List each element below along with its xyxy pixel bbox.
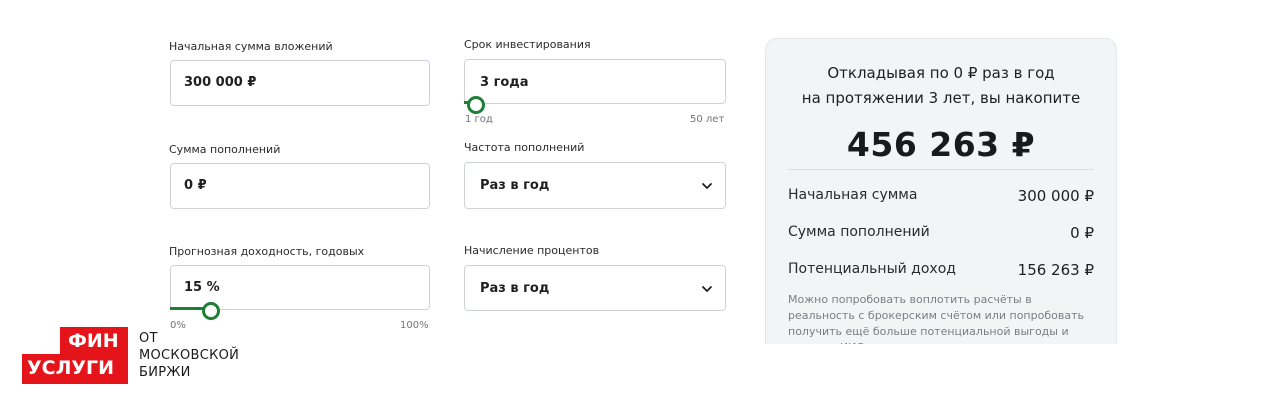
- potential-income-value: 156 263 ₽: [1017, 261, 1094, 279]
- initial-amount-input[interactable]: 300 000 ₽: [170, 60, 430, 106]
- term-label: Срок инвестирования: [464, 38, 591, 51]
- summary-line-1: Откладывая по 0 ₽ раз в год: [827, 64, 1055, 82]
- summary-line-2: на протяжении 3 лет, вы накопите: [801, 89, 1081, 107]
- logo-word-uslugi: УСЛУГИ: [22, 354, 128, 384]
- contributions-sum-value: 0 ₽: [1070, 224, 1094, 242]
- term-input[interactable]: 3 года: [464, 59, 726, 104]
- initial-amount-label: Начальная сумма вложений: [169, 40, 333, 53]
- term-value: 3 года: [480, 75, 529, 90]
- chevron-down-icon: [702, 183, 712, 189]
- contributions-input[interactable]: 0 ₽: [170, 163, 430, 209]
- divider: [788, 169, 1094, 170]
- contributions-label: Сумма пополнений: [169, 143, 281, 156]
- term-range-max: 50 лет: [690, 114, 725, 125]
- result-note: Можно попробовать воплотить расчёты в ре…: [788, 293, 1084, 344]
- yield-value: 15 %: [184, 280, 220, 295]
- interest-label: Начисление процентов: [464, 244, 600, 257]
- initial-sum-label: Начальная сумма: [788, 187, 918, 203]
- yield-range-min: 0%: [170, 320, 186, 331]
- interest-value: Раз в год: [480, 281, 550, 296]
- total-amount: 456 263 ₽: [846, 125, 1036, 164]
- contributions-sum-label: Сумма пополнений: [788, 224, 930, 240]
- logo-sub-2: МОСКОВСКОЙ: [139, 348, 240, 363]
- term-slider-handle[interactable]: [467, 96, 485, 114]
- logo-sub-1: ОТ: [139, 331, 158, 346]
- yield-label: Прогнозная доходность, годовых: [169, 245, 365, 258]
- potential-income-label: Потенциальный доход: [788, 261, 956, 277]
- chevron-down-icon: [702, 286, 712, 292]
- result-card: Откладывая по 0 ₽ раз в год на протяжени…: [765, 38, 1117, 344]
- initial-sum-value: 300 000 ₽: [1017, 187, 1094, 205]
- frequency-select[interactable]: Раз в год: [464, 162, 726, 209]
- logo-sub-3: БИРЖИ: [139, 365, 191, 380]
- frequency-value: Раз в год: [480, 178, 550, 193]
- investment-calculator: Начальная сумма вложений 300 000 ₽ Сумма…: [0, 0, 1272, 406]
- logo-word-fin: ФИН: [60, 327, 128, 356]
- term-range-min: 1 год: [465, 114, 493, 125]
- contributions-value: 0 ₽: [184, 178, 207, 193]
- frequency-label: Частота пополнений: [464, 141, 585, 154]
- yield-slider-handle[interactable]: [202, 302, 220, 320]
- interest-select[interactable]: Раз в год: [464, 265, 726, 311]
- yield-range-max: 100%: [400, 320, 429, 331]
- initial-amount-value: 300 000 ₽: [184, 75, 257, 90]
